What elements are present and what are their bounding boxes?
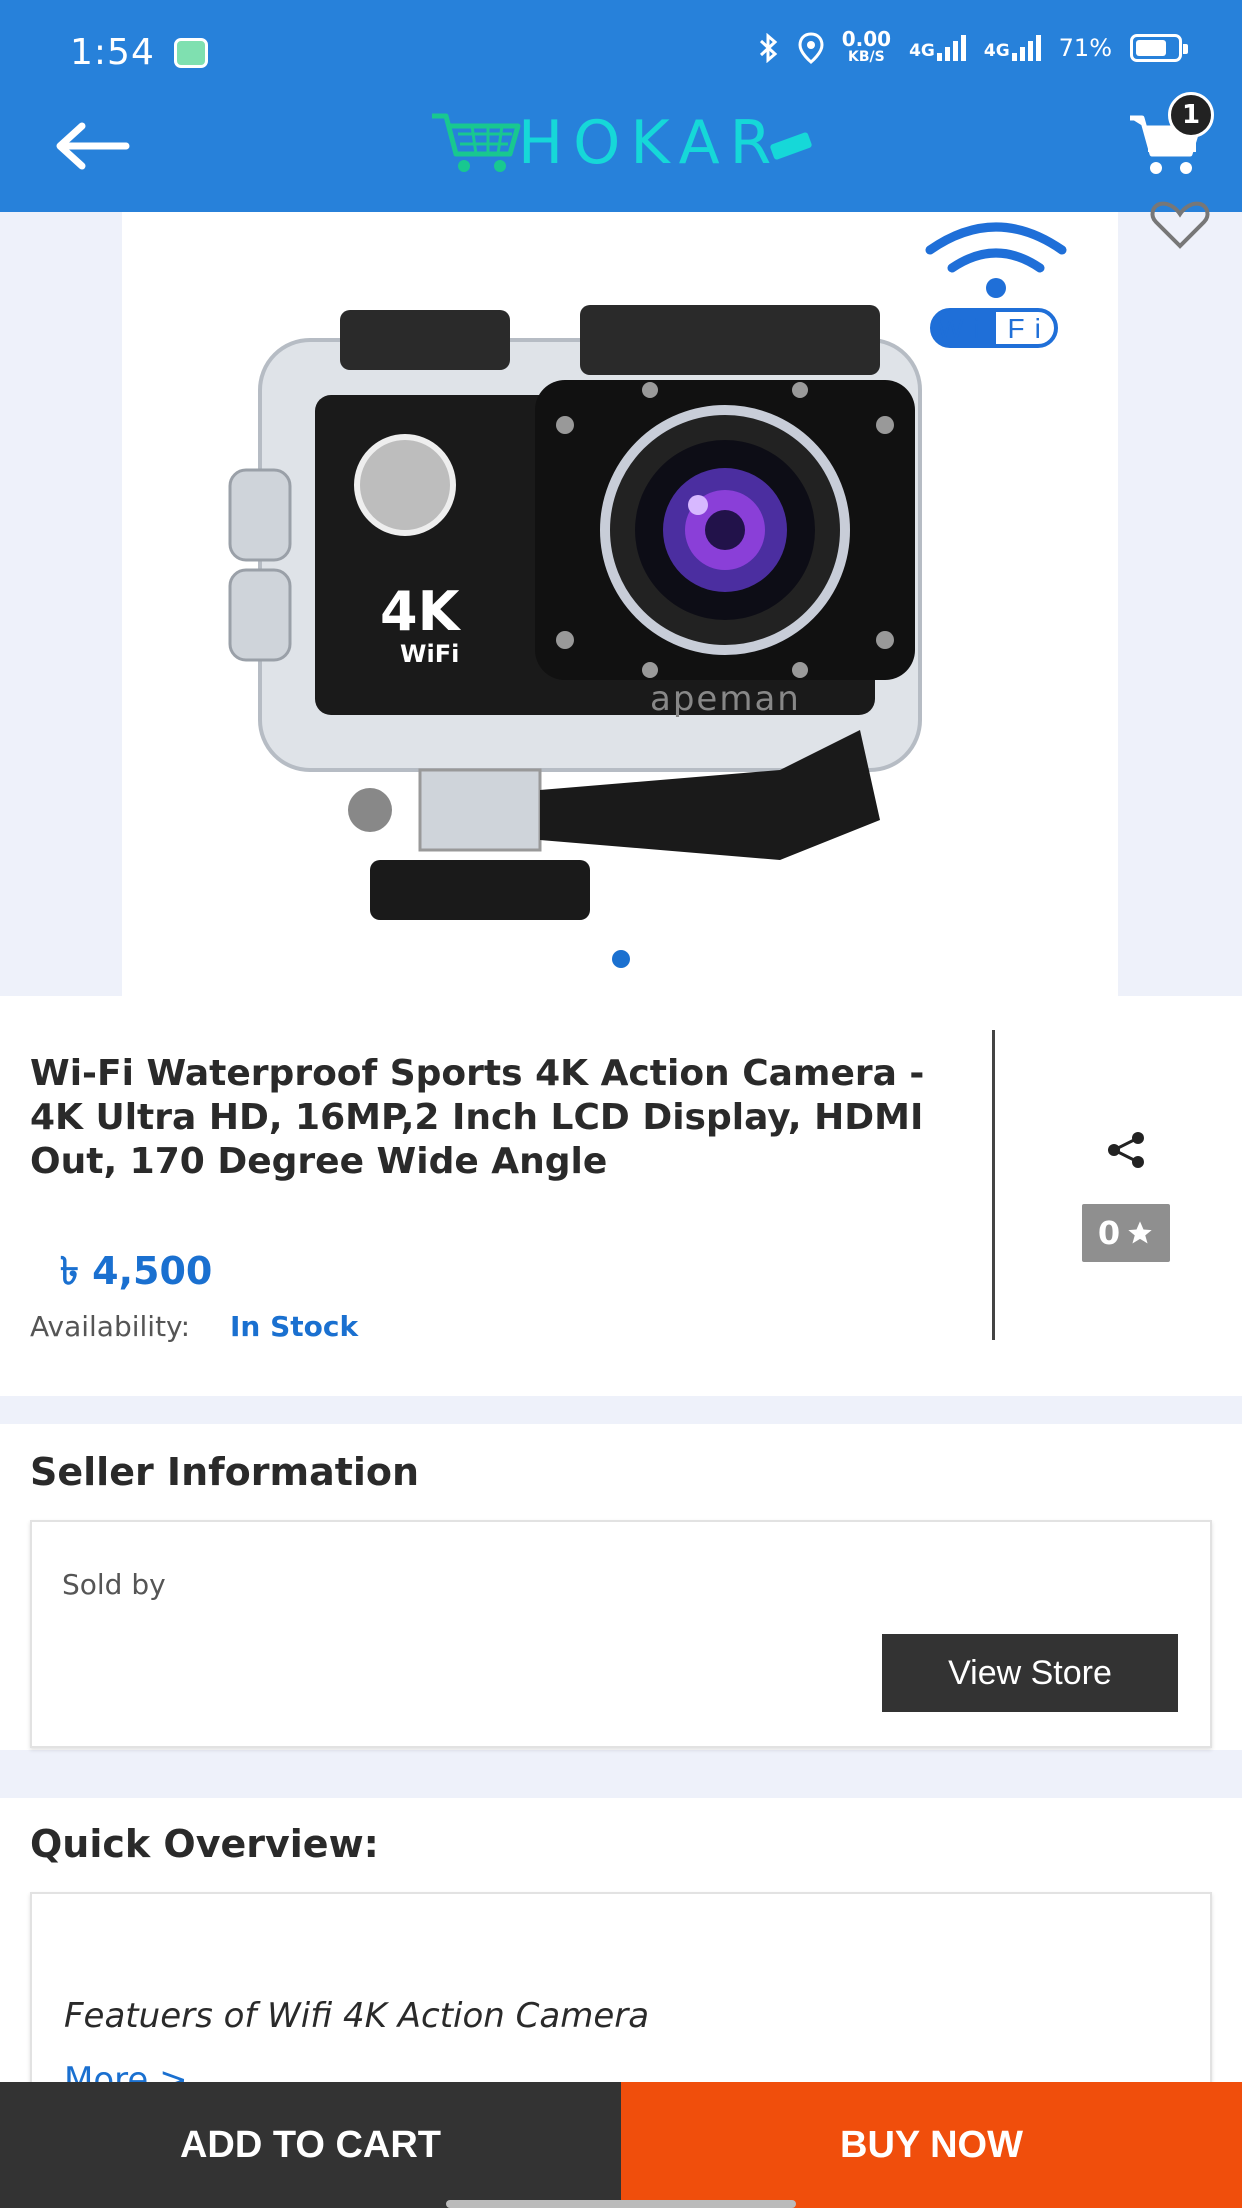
camera-4k-badge: 4K <box>380 580 462 643</box>
app-logo[interactable]: HOKAR <box>428 108 813 178</box>
camera-brand-label: apeman <box>650 679 801 719</box>
status-bar: 1:54 0.00 KB/S 4G 4G 71% <box>0 0 1242 108</box>
battery-icon <box>1130 34 1188 62</box>
availability-value: In Stock <box>230 1310 359 1343</box>
location-icon <box>798 32 824 64</box>
rating-badge[interactable]: 0 <box>1082 1204 1170 1262</box>
network-speed-unit: KB/S <box>848 49 885 65</box>
product-page: 1:54 0.00 KB/S 4G 4G 71% HOKAR 1 Wi Fi 4… <box>0 0 1242 2208</box>
buy-now-button[interactable]: BUY NOW <box>621 2082 1242 2208</box>
product-price: ৳ 4,500 <box>60 1249 213 1293</box>
share-icon[interactable] <box>1104 1130 1148 1170</box>
bluetooth-icon <box>759 33 777 63</box>
sold-by-label: Sold by <box>62 1568 166 1601</box>
add-to-cart-button[interactable]: ADD TO CART <box>0 2082 621 2208</box>
battery-percent: 71% <box>1058 34 1112 62</box>
logo-text: HOKAR <box>518 108 782 178</box>
home-indicator[interactable] <box>446 2200 796 2208</box>
carousel-indicator-dot[interactable] <box>612 950 630 968</box>
status-indicators: 0.00 KB/S 4G 4G 71% <box>758 29 1188 66</box>
logo-cart-icon <box>432 113 521 172</box>
star-icon <box>1128 1221 1152 1244</box>
sim2-network-label: 4G <box>983 41 1010 61</box>
network-speed: 0.00 KB/S <box>842 29 891 66</box>
action-camera-image: 4K WiFi apeman <box>228 305 922 920</box>
features-text: Featuers of Wifi 4K Action Camera <box>64 1996 650 2036</box>
view-store-button[interactable]: View Store <box>882 1634 1178 1712</box>
status-time: 1:54 <box>70 32 155 73</box>
sim1-network-label: 4G <box>909 41 935 61</box>
message-notification-icon <box>174 38 208 68</box>
signal-bars-icon <box>1011 35 1041 61</box>
seller-heading: Seller Information <box>30 1450 420 1494</box>
signal-bars-icon <box>936 35 966 61</box>
back-arrow-icon[interactable] <box>52 118 132 174</box>
wishlist-heart-icon[interactable] <box>1148 200 1212 250</box>
info-divider <box>992 1030 995 1340</box>
product-title: Wi-Fi Waterproof Sports 4K Action Camera… <box>30 1053 925 1182</box>
availability-label: Availability: <box>30 1310 191 1343</box>
overview-heading: Quick Overview: <box>30 1822 379 1866</box>
signal-sim1: 4G <box>909 35 966 61</box>
camera-wifi-badge: WiFi <box>400 640 459 668</box>
rating-value: 0 <box>1097 1214 1121 1252</box>
signal-sim2: 4G <box>984 35 1041 61</box>
cart-count-badge: 1 <box>1168 92 1214 138</box>
